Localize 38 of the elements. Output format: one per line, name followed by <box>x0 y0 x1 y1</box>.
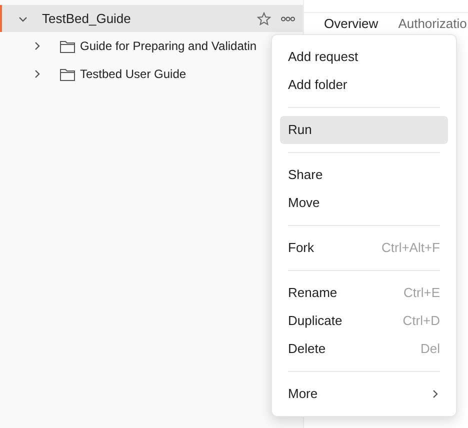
menu-item[interactable]: Rename Ctrl+E <box>280 279 448 307</box>
shortcut-text: Ctrl+D <box>402 312 440 330</box>
menu-item-label: Rename <box>288 284 338 302</box>
folder-icon <box>60 68 75 80</box>
folder-row[interactable]: Guide for Preparing and Validatin <box>0 32 266 60</box>
menu-item[interactable]: Move <box>280 189 448 217</box>
menu-item[interactable]: Duplicate Ctrl+D <box>280 307 448 335</box>
folder-icon <box>60 40 75 52</box>
shortcut-text: Del <box>420 340 440 358</box>
shortcut-text: Ctrl+E <box>404 284 440 302</box>
menu-item[interactable]: Add request <box>280 43 448 71</box>
menu-item-label: Run <box>288 121 313 140</box>
menu-item[interactable]: Run <box>280 116 448 144</box>
chevron-right-icon[interactable] <box>32 41 42 51</box>
folder-name: Testbed User Guide <box>80 66 186 83</box>
menu-item-label: Share <box>288 166 324 184</box>
collection-row[interactable]: TestBed_Guide <box>0 5 303 32</box>
tab[interactable]: Overview <box>324 16 378 32</box>
menu-item-label: Add folder <box>288 76 348 94</box>
menu-item-label: Fork <box>288 239 315 258</box>
menu-item[interactable]: More <box>280 380 448 408</box>
star-icon[interactable] <box>257 12 271 26</box>
menu-item[interactable]: Share <box>280 161 448 189</box>
more-options-icon[interactable] <box>281 16 295 22</box>
shortcut-text: Ctrl+Alt+F <box>381 239 440 258</box>
menu-item-label: More <box>288 385 319 404</box>
menu-item[interactable]: Add folder <box>280 71 448 99</box>
folder-row[interactable]: Testbed User Guide <box>0 60 266 88</box>
tab[interactable]: Authorizatio <box>398 16 467 32</box>
chevron-right-icon[interactable] <box>32 69 42 79</box>
menu-item[interactable]: Fork Ctrl+Alt+F <box>280 234 448 262</box>
menu-item-label: Duplicate <box>288 312 344 330</box>
folder-name: Guide for Preparing and Validatin <box>80 38 257 55</box>
menu-item-label: Add request <box>288 48 360 66</box>
menu-item[interactable]: Delete Del <box>280 335 448 363</box>
menu-item-label: Move <box>288 194 321 212</box>
collection-name: TestBed_Guide <box>42 10 132 28</box>
menu-item-label: Delete <box>288 340 327 358</box>
